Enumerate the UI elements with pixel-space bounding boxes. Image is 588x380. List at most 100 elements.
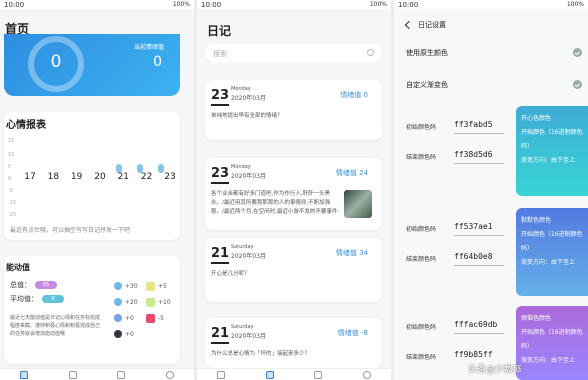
y-tick: 0	[8, 176, 12, 182]
ring-value: 0	[50, 52, 62, 72]
end-color-input[interactable]: ff9b85ff	[454, 350, 493, 359]
settings-header: 日记设置	[404, 20, 446, 30]
energy-chip: +0	[114, 314, 134, 322]
divider	[454, 163, 504, 164]
back-icon[interactable]	[404, 20, 414, 30]
page-title: 日记设置	[418, 21, 446, 29]
divider	[454, 333, 504, 334]
status-time: 10:00	[201, 0, 222, 9]
end-color-input[interactable]: ff64b0e8	[454, 252, 493, 261]
entry-text: 各个业余都有好多门道吧,作为作行人,肝肝一头黑水。/最近用其所要那那那的人的事情…	[211, 191, 338, 215]
preview-label: 渐变方向：由下至上	[521, 357, 576, 364]
chip-value: +20	[125, 298, 138, 306]
y-tick: -15	[8, 200, 17, 206]
today-mood-value: 0	[153, 54, 162, 70]
tab-bar	[197, 368, 391, 380]
total-label: 总值：	[10, 281, 31, 289]
circle-icon	[114, 298, 122, 306]
circle-icon	[114, 282, 122, 290]
end-color-input[interactable]: ff38d5d6	[454, 150, 493, 159]
entry-day: 23	[211, 88, 230, 103]
search-placeholder: 搜索	[213, 50, 227, 58]
divider	[211, 182, 229, 184]
circle-icon	[114, 314, 122, 322]
entry-day: 21	[211, 326, 230, 341]
check-icon[interactable]	[573, 48, 582, 57]
preview-label: 开心色颜色	[521, 115, 552, 122]
energy-chip: +5	[146, 282, 167, 291]
chip-value: +5	[158, 283, 167, 290]
home-tab-icon[interactable]	[217, 370, 226, 379]
total-badge: 65	[35, 281, 57, 289]
home-tab-icon[interactable]	[20, 370, 29, 379]
diary-screen: 10:00 100% 日记 搜索 23 Monday 2020年03月 情绪值 0…	[197, 0, 391, 380]
start-color-label: 初始颜色码	[406, 324, 437, 331]
avg-label: 平均值：	[10, 295, 38, 303]
battery-level: 100%	[369, 1, 387, 8]
diary-tab-icon[interactable]	[265, 370, 274, 379]
profile-tab-icon[interactable]	[362, 370, 371, 379]
use-native-color-option[interactable]: 使用原生颜色	[406, 48, 448, 58]
day-label: 23	[164, 172, 176, 182]
day-axis: 17 18 19 20 21 22 23	[22, 172, 178, 182]
entry-month: 2020年03月	[231, 253, 266, 260]
end-color-label: 结束颜色码	[406, 154, 437, 161]
diary-entry[interactable]: 23 Monday 2020年03月 情绪值 0 单纯地提出早有全部的情绪？	[205, 80, 382, 140]
diary-entry[interactable]: 21 Saturday 2020年03月 情绪值 -8 为什么总是心情为「坏的」…	[205, 318, 382, 368]
entry-weekday: Monday	[231, 164, 251, 170]
task-tab-icon[interactable]	[117, 370, 126, 379]
avg-badge: 9	[42, 295, 64, 303]
diary-entry[interactable]: 23 Monday 2020年03月 情绪值 24 各个业余都有好多门道吧,作为…	[205, 158, 382, 230]
day-label: 21	[117, 172, 130, 182]
home-screen: 10:00 100% 首页 0 当前情绪值 0 心情报表 25 15 5 0 -5…	[0, 0, 194, 380]
square-icon	[146, 314, 155, 323]
status-time: 10:00	[398, 0, 419, 9]
preview-label: 烦恼色颜色	[521, 315, 552, 322]
start-color-input[interactable]: ff3fabd5	[454, 120, 493, 129]
check-icon[interactable]	[573, 80, 582, 89]
start-color-input[interactable]: ff537ae1	[454, 222, 493, 231]
profile-tab-icon[interactable]	[165, 370, 174, 379]
entry-month: 2020年03月	[231, 95, 266, 102]
energy-note: 最近七天能动值是日记心情和任务标完成程度来截。谨持积极心情和积极完成自己的任务就…	[10, 315, 101, 337]
gradient-preview: 开心色颜色 开始颜色（16进制颜色码） 渐变方向：由下至上	[516, 106, 588, 196]
energy-card[interactable]: 能动值 总值： 65 平均值： 9 最近七天能动值是日记心情和任务标完成程度来截。谨…	[4, 256, 180, 364]
mood-report-title: 心情报表	[6, 120, 46, 131]
battery-level: 100%	[172, 1, 190, 8]
end-color-label: 结束颜色码	[406, 256, 437, 263]
page-title: 日记	[207, 24, 232, 38]
energy-chip: +10	[146, 298, 171, 307]
energy-chip: +0	[114, 330, 134, 338]
entry-photo[interactable]	[344, 190, 372, 218]
avg-row: 平均值： 9	[10, 294, 64, 304]
status-bar: 10:00 100%	[197, 0, 391, 9]
entry-weekday: Monday	[231, 86, 251, 92]
custom-gradient-option[interactable]: 自定义渐变色	[406, 80, 448, 90]
energy-title: 能动值	[6, 263, 30, 272]
status-bar: 10:00 100%	[394, 0, 588, 9]
day-label: 18	[47, 172, 60, 182]
preview-label: 默默色颜色	[521, 217, 552, 224]
diary-tab-icon[interactable]	[68, 370, 77, 379]
mood-report-card[interactable]: 心情报表 25 15 5 0 -5 -15 -25 17 18 19 20 21…	[4, 112, 180, 240]
energy-chip: -5	[146, 314, 164, 323]
search-input[interactable]: 搜索	[205, 44, 382, 62]
start-color-input[interactable]: fffac69db	[454, 320, 497, 329]
energy-chip: +20	[114, 298, 138, 306]
diary-entry[interactable]: 21 Saturday 2020年03月 情绪值 34 开心是几分呢？	[205, 238, 382, 302]
chip-value: +0	[125, 314, 134, 322]
entry-weekday: Saturday	[231, 324, 254, 330]
today-mood-label: 当前情绪值	[133, 44, 164, 51]
task-tab-icon[interactable]	[314, 370, 323, 379]
mood-hint: 最近有点忙哦，可以抽空写写日记抒发一下吧	[10, 227, 131, 234]
entry-month: 2020年03月	[231, 173, 266, 180]
start-color-label: 初始颜色码	[406, 226, 437, 233]
search-icon[interactable]	[367, 49, 374, 56]
end-color-label: 结束颜色码	[406, 354, 437, 361]
entry-mood: 情绪值 24	[335, 169, 368, 177]
chip-value: +10	[158, 299, 171, 306]
entry-text: 开心是几分呢？	[211, 271, 250, 277]
watermark: 头条@少数派	[468, 365, 523, 375]
chip-value: +30	[125, 282, 138, 290]
entry-month: 2020年03月	[231, 333, 266, 340]
